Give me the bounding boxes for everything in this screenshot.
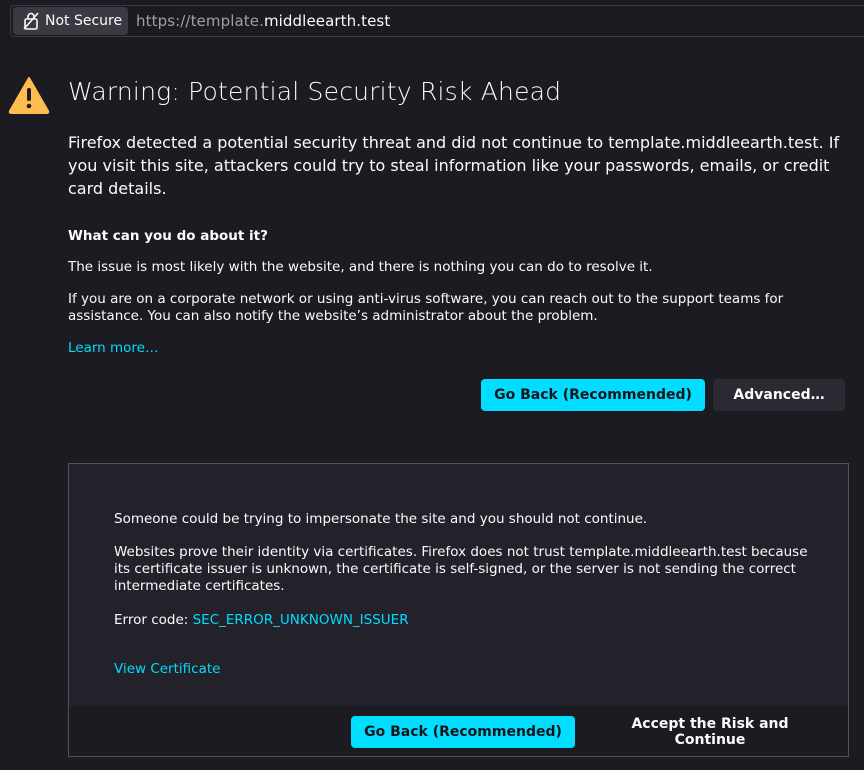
error-code-link[interactable]: SEC_ERROR_UNKNOWN_ISSUER — [193, 612, 409, 628]
site-security-button[interactable]: Not Secure — [13, 7, 128, 35]
page-title: Warning: Potential Security Risk Ahead — [68, 77, 562, 106]
advanced-panel: Someone could be trying to impersonate t… — [68, 463, 849, 757]
impersonate-text: Someone could be trying to impersonate t… — [114, 511, 648, 527]
advanced-button[interactable]: Advanced… — [713, 379, 845, 411]
certificate-explanation: Websites prove their identity via certif… — [114, 544, 808, 594]
learn-more-link[interactable]: Learn more… — [68, 340, 159, 356]
url-bar: Not Secure https://template.middleearth.… — [0, 0, 864, 42]
intro-text: Firefox detected a potential security th… — [68, 133, 840, 198]
view-certificate-link[interactable]: View Certificate — [114, 661, 220, 677]
accept-risk-button[interactable]: Accept the Risk and Continue — [595, 716, 825, 748]
url-scheme: https://template. — [136, 12, 264, 30]
what-can-you-do-heading: What can you do about it? — [68, 228, 268, 244]
insecure-lock-icon — [23, 12, 39, 30]
url-host: middleearth.test — [263, 12, 391, 30]
issue-text: The issue is most likely with the websit… — [68, 259, 653, 275]
go-back-button[interactable]: Go Back (Recommended) — [481, 379, 705, 411]
go-back-button-secondary[interactable]: Go Back (Recommended) — [351, 716, 575, 748]
error-code-line: Error code: SEC_ERROR_UNKNOWN_ISSUER — [114, 612, 409, 628]
error-code-prefix: Error code: — [114, 612, 193, 628]
not-secure-label: Not Secure — [45, 13, 123, 29]
url-text[interactable]: https://template.middleearth.test — [136, 12, 390, 30]
corporate-network-text: If you are on a corporate network or usi… — [68, 291, 784, 324]
warning-icon — [8, 77, 50, 114]
